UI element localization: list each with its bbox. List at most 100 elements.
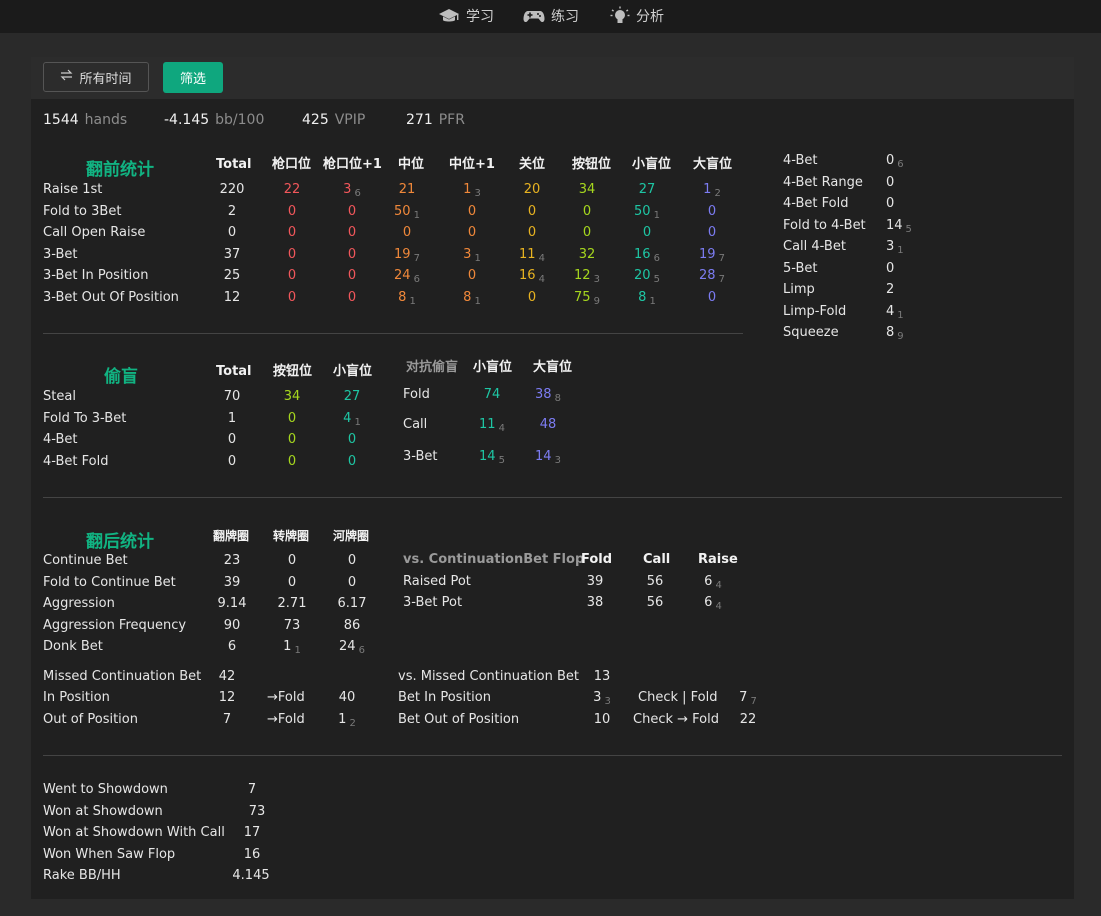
steal-cell: 0	[348, 432, 356, 448]
cell-value: 0	[287, 290, 297, 305]
cell-value: 37	[223, 247, 241, 262]
postflop-cell: 11	[283, 639, 301, 659]
cell-value: 21	[398, 182, 416, 197]
vs-cbet-cell: 56	[647, 595, 664, 611]
side-stat-label: Squeeze	[783, 325, 839, 340]
preflop-cell: 20 5	[634, 268, 660, 288]
preflop-cell: 81	[398, 290, 416, 310]
preflop-header: 中位	[398, 157, 425, 172]
preflop-row-label: Call Open Raise	[43, 225, 146, 240]
postflop-row-label: Fold to Continue Bet	[43, 575, 176, 590]
cell-value: 20	[523, 182, 541, 197]
preflop-cell: 11 4	[519, 247, 545, 267]
preflop-cell: 37	[224, 247, 241, 263]
cell-value: 0	[287, 268, 297, 283]
showdown-value: 73	[249, 804, 266, 820]
cell-sample-size: 1	[474, 253, 481, 264]
preflop-cell: 0	[288, 247, 296, 263]
vs-missed-cbet-cell: 77	[739, 690, 757, 710]
cell-value: 0	[886, 261, 895, 276]
vs-steal-cell: 48	[540, 417, 557, 433]
vs-cbet-cell: 38	[587, 595, 604, 611]
cell-value: 12	[574, 268, 591, 283]
cell-sample-size: 3	[593, 274, 600, 285]
preflop-cell: 20	[524, 182, 541, 198]
time-range-button[interactable]: 所有时间	[43, 62, 149, 92]
vs-steal-cell: 14 3	[535, 449, 561, 469]
missed-cbet-row-label: In Position	[43, 690, 110, 705]
nav-learn[interactable]: 学习	[438, 6, 494, 26]
cell-value: 0	[287, 411, 297, 426]
postflop-cell: 0	[348, 575, 356, 591]
cell-sample-size: 1	[409, 296, 416, 307]
side-stat-value: 2	[886, 282, 894, 298]
postflop-row-label: Aggression	[43, 596, 115, 611]
cell-value: 0	[886, 196, 895, 211]
side-stat-value: 89	[886, 325, 904, 345]
missed-cbet-arrow: →Fold	[267, 690, 305, 705]
hands-value: 1544	[43, 112, 79, 128]
vs-missed-cbet-title: vs. Missed Continuation Bet	[398, 669, 579, 684]
cell-sample-size: 3	[554, 455, 561, 466]
side-stat-label: Limp-Fold	[783, 304, 847, 319]
missed-cbet-arrow: →Fold	[267, 712, 305, 727]
showdown-row-label: Won at Showdown With Call	[43, 825, 225, 840]
cell-value: 4	[343, 411, 352, 426]
preflop-cell: 0	[228, 225, 236, 241]
preflop-header: 小盲位	[632, 157, 672, 172]
vpip-value: 425	[302, 112, 329, 128]
summary-pfr: 271 PFR	[406, 112, 465, 128]
cell-value: 48	[539, 417, 557, 432]
cell-value: 14	[479, 449, 496, 464]
cell-value: 0	[287, 204, 297, 219]
preflop-cell: 81	[463, 290, 481, 310]
postflop-cell: 0	[288, 553, 296, 569]
missed-cbet-cell: 12	[338, 712, 356, 732]
steal-row-label: Steal	[43, 389, 76, 404]
cell-value: 38	[535, 387, 552, 402]
cell-value: 0	[886, 153, 895, 168]
vs-steal-cell: 38 8	[535, 387, 561, 407]
cell-value: 1	[227, 411, 237, 426]
side-stat-value: 41	[886, 304, 904, 324]
vs-missed-cbet-cell: 10	[594, 712, 611, 728]
cell-sample-size: 1	[649, 296, 656, 307]
showdown-row-label: Went to Showdown	[43, 782, 168, 797]
postflop-header: 河牌圈	[333, 529, 370, 543]
steal-row-label: 4-Bet	[43, 432, 78, 447]
preflop-header: 枪口位	[272, 157, 312, 172]
preflop-cell: 0	[583, 225, 591, 241]
cell-value: 20	[634, 268, 651, 283]
divider	[43, 333, 743, 334]
cell-value: 0	[347, 553, 357, 568]
cell-value: 56	[646, 574, 664, 589]
preflop-cell: 21	[399, 182, 416, 198]
postflop-row-label: Donk Bet	[43, 639, 103, 654]
steal-title: 偷盲	[104, 367, 138, 387]
preflop-cell: 50 1	[634, 204, 660, 224]
vs-cbet-header: Fold	[581, 552, 613, 567]
cell-sample-size: 6	[413, 274, 420, 285]
nav-analyze[interactable]: 分析	[610, 6, 664, 26]
side-stat-label: 5-Bet	[783, 261, 818, 276]
preflop-cell: 16 4	[519, 268, 545, 288]
nav-practice[interactable]: 练习	[523, 6, 579, 26]
preflop-cell: 0	[528, 290, 536, 306]
preflop-cell: 34	[579, 182, 596, 198]
swap-arrows-icon	[60, 69, 73, 85]
filter-button[interactable]: 筛选	[163, 62, 223, 93]
cell-value: 28	[699, 268, 716, 283]
cell-value: 0	[347, 247, 357, 262]
cell-value: 16	[243, 847, 261, 862]
missed-cbet-value: 42	[219, 669, 236, 685]
showdown-value: 7	[248, 782, 256, 798]
cell-value: 27	[343, 389, 361, 404]
preflop-cell: 75 9	[574, 290, 600, 310]
cell-value: 0	[886, 175, 895, 190]
postflop-cell: 9.14	[218, 596, 247, 612]
bb100-value: -4.145	[164, 112, 210, 128]
preflop-cell: 0	[468, 204, 476, 220]
cell-sample-size: 3	[474, 188, 481, 199]
cell-value: 1	[703, 182, 712, 197]
cell-value: 8	[398, 290, 407, 305]
